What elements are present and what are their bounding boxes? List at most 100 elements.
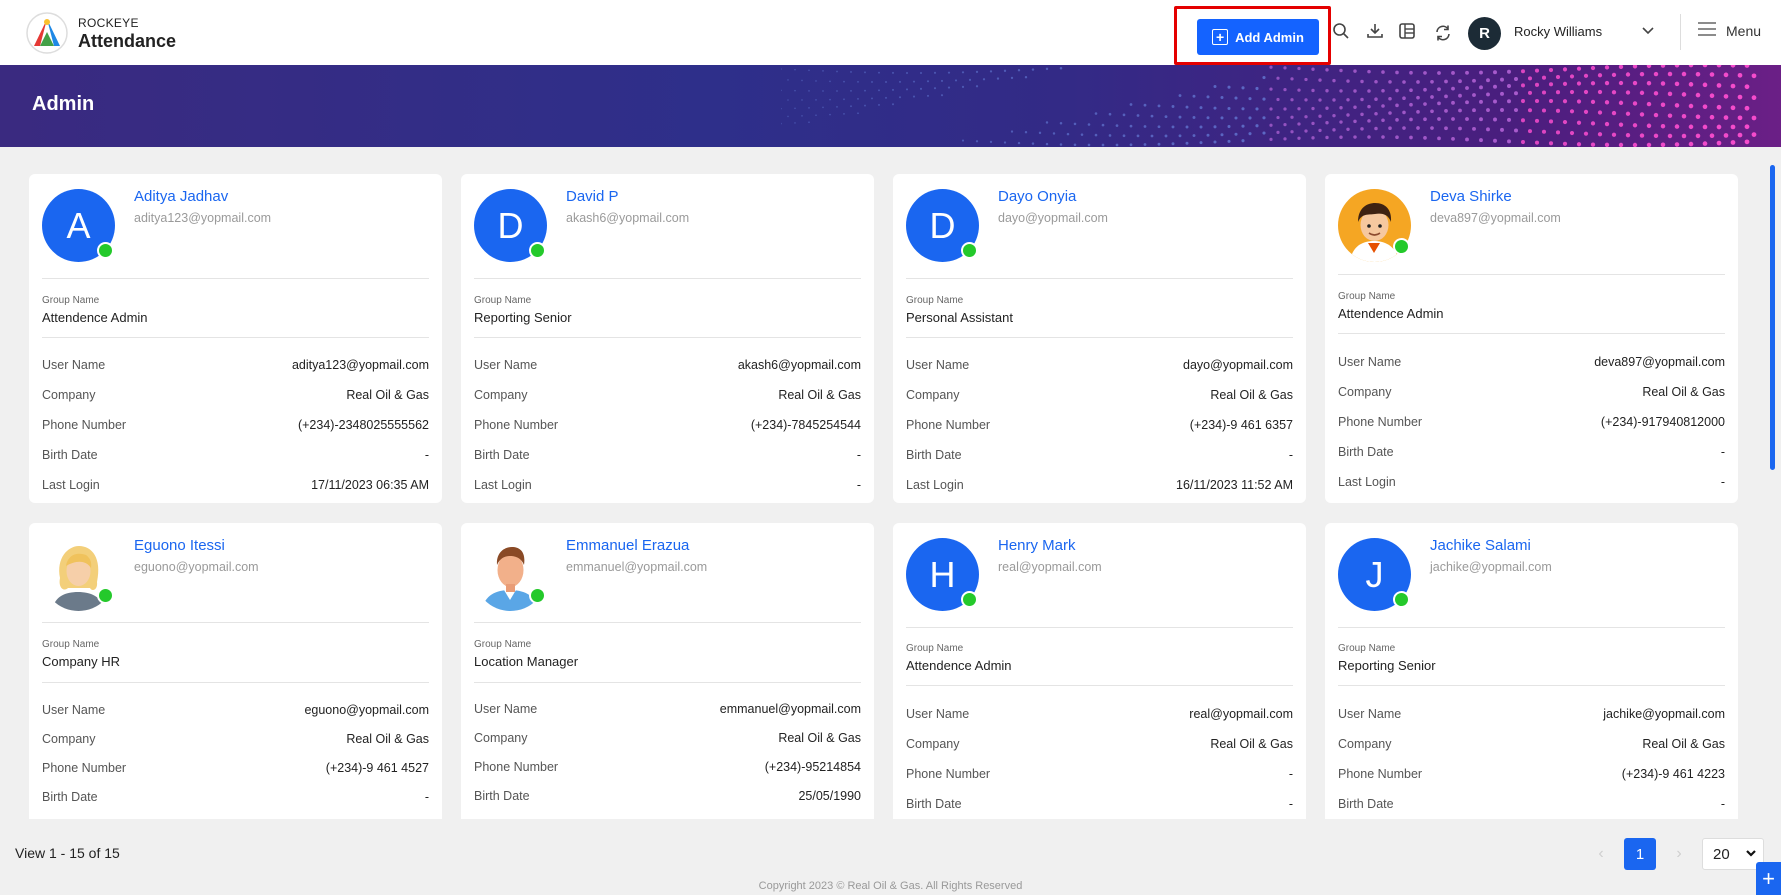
page-title: Admin xyxy=(32,93,95,115)
company-label: Company xyxy=(906,388,960,402)
brand-logo[interactable]: ROCKEYE Attendance xyxy=(26,12,176,54)
user-name[interactable]: Rocky Williams xyxy=(1514,24,1602,39)
user-name-row: User Name aditya123@yopmail.com xyxy=(42,358,429,372)
menu-label: Menu xyxy=(1726,22,1762,39)
birth-row: Birth Date - xyxy=(906,797,1293,811)
admin-card[interactable]: D Dayo Onyia dayo@yopmail.com Group Name Per… xyxy=(893,174,1306,503)
company-row: Company Real Oil & Gas xyxy=(906,388,1293,402)
phone-label: Phone Number xyxy=(42,761,127,775)
admin-card[interactable]: H Henry Mark real@yopmail.com Group Name Att… xyxy=(893,523,1306,819)
add-admin-button[interactable]: + Add Admin xyxy=(1197,19,1319,55)
admin-card[interactable]: D David Pakash6@yopmail.com Group Name Repo… xyxy=(461,174,874,503)
admin-card[interactable]: Deva Shirke deva897@yopmail.com Group Name… xyxy=(1325,174,1738,503)
card-divider xyxy=(474,337,861,338)
phone-label: Phone Number xyxy=(1338,415,1423,429)
birth-label: Birth Date xyxy=(42,790,98,804)
banner-dot-pattern xyxy=(781,65,1757,147)
logo-icon xyxy=(26,12,68,54)
card-divider xyxy=(42,278,429,279)
group-name-label: Group Name xyxy=(474,295,532,306)
admin-name[interactable]: Dayo Onyia xyxy=(998,188,1076,205)
add-floating-button[interactable]: + xyxy=(1756,862,1781,895)
admin-name[interactable]: Jachike Salami xyxy=(1430,537,1531,554)
phone-row: Phone Number (+234)-9 461 6357 xyxy=(906,418,1293,432)
phone-row: Phone Number (+234)-7845254544 xyxy=(474,418,861,432)
online-status-dot xyxy=(97,587,114,604)
group-name-value: Reporting Senior xyxy=(1338,658,1436,673)
card-divider xyxy=(474,682,861,683)
group-name-value: Attendence Admin xyxy=(42,310,148,325)
download-icon[interactable] xyxy=(1364,20,1386,42)
birth-label: Birth Date xyxy=(1338,445,1394,459)
last-login-label: Last Login xyxy=(474,478,532,492)
admin-name[interactable]: Henry Mark xyxy=(998,537,1076,554)
admin-name[interactable]: Eguono Itessi xyxy=(134,537,225,554)
card-divider xyxy=(1338,685,1725,686)
add-admin-highlight: + Add Admin xyxy=(1174,6,1331,65)
copyright: Copyright 2023 © Real Oil & Gas. All Rig… xyxy=(758,880,1023,892)
chevron-down-icon[interactable] xyxy=(1640,22,1656,43)
company-label: Company xyxy=(1338,385,1392,399)
user-name-value: real@yopmail.com xyxy=(1189,707,1293,721)
company-row: Company Real Oil & Gas xyxy=(1338,737,1725,751)
brand-small: ROCKEYE xyxy=(78,15,139,30)
phone-row: Phone Number (+234)-917940812000 xyxy=(1338,415,1725,429)
chevron-down-icon xyxy=(1745,846,1757,863)
brand-name: Attendance xyxy=(78,30,177,51)
page-button-current[interactable]: 1 xyxy=(1624,838,1656,870)
user-name-row: User Name emmanuel@yopmail.com xyxy=(474,702,861,716)
next-page-button[interactable]: › xyxy=(1664,839,1694,869)
user-avatar[interactable]: R xyxy=(1468,17,1501,50)
admin-email: real@yopmail.com xyxy=(998,560,1102,574)
phone-label: Phone Number xyxy=(906,767,991,781)
birth-row: Birth Date 25/05/1990 xyxy=(474,789,861,803)
admin-card[interactable]: J Jachike Salami jachike@yopmail.com Group … xyxy=(1325,523,1738,819)
user-name-row: User Name dayo@yopmail.com xyxy=(906,358,1293,372)
group-name-value: Location Manager xyxy=(474,654,579,669)
phone-row: Phone Number (+234)-9 461 4527 xyxy=(42,761,429,775)
page-banner: Admin xyxy=(0,65,1781,147)
online-status-dot xyxy=(961,242,978,259)
admin-card[interactable]: Emmanuel Erazua emmanuel@yopmail.com Group… xyxy=(461,523,874,819)
user-name-label: User Name xyxy=(1338,355,1402,369)
scrollbar[interactable] xyxy=(1770,165,1775,470)
company-value: Real Oil & Gas xyxy=(346,388,429,402)
card-divider xyxy=(474,278,861,279)
last-login-value: - xyxy=(1720,475,1725,489)
phone-row: Phone Number (+234)-9 461 4223 xyxy=(1338,767,1725,781)
card-divider xyxy=(1338,274,1725,275)
phone-label: Phone Number xyxy=(1338,767,1423,781)
admin-name[interactable]: Aditya Jadhav xyxy=(134,188,228,205)
phone-value: (+234)-9 461 6357 xyxy=(1189,418,1293,432)
user-name-row: User Name real@yopmail.com xyxy=(906,707,1293,721)
admin-email: eguono@yopmail.com xyxy=(134,560,259,574)
admin-card-grid: A Aditya Jadhav aditya123@yopmail.com Group… xyxy=(29,174,1741,819)
online-status-dot xyxy=(1393,591,1410,608)
columns-icon[interactable] xyxy=(1396,20,1418,42)
admin-name[interactable]: Deva Shirke xyxy=(1430,188,1512,205)
birth-value: - xyxy=(1288,797,1293,811)
birth-row: Birth Date - xyxy=(1338,797,1725,811)
hamburger-icon xyxy=(1698,22,1716,39)
company-row: Company Real Oil & Gas xyxy=(1338,385,1725,399)
menu-button[interactable]: Menu xyxy=(1698,22,1761,39)
search-icon[interactable] xyxy=(1330,20,1352,42)
user-name-label: User Name xyxy=(474,358,538,372)
group-name-value: Personal Assistant xyxy=(906,310,1013,325)
user-name-value: akash6@yopmail.com xyxy=(737,358,861,372)
admin-card[interactable]: Eguono Itessi eguono@yopmail.com Group Nam… xyxy=(29,523,442,819)
add-admin-label: Add Admin xyxy=(1235,29,1304,45)
admin-email: jachike@yopmail.com xyxy=(1430,560,1552,574)
admin-name[interactable]: David P xyxy=(566,188,619,205)
admin-card[interactable]: A Aditya Jadhav aditya123@yopmail.com Group… xyxy=(29,174,442,503)
user-name-label: User Name xyxy=(906,707,970,721)
card-divider xyxy=(474,622,861,623)
prev-page-button[interactable]: ‹ xyxy=(1586,839,1616,869)
card-divider xyxy=(906,627,1293,628)
company-label: Company xyxy=(906,737,960,751)
page-size-select[interactable]: 20 xyxy=(1702,838,1764,870)
plus-icon: + xyxy=(1212,29,1229,45)
refresh-icon[interactable] xyxy=(1432,22,1454,44)
phone-row: Phone Number (+234)-95214854 xyxy=(474,760,861,774)
admin-name[interactable]: Emmanuel Erazua xyxy=(566,537,689,554)
